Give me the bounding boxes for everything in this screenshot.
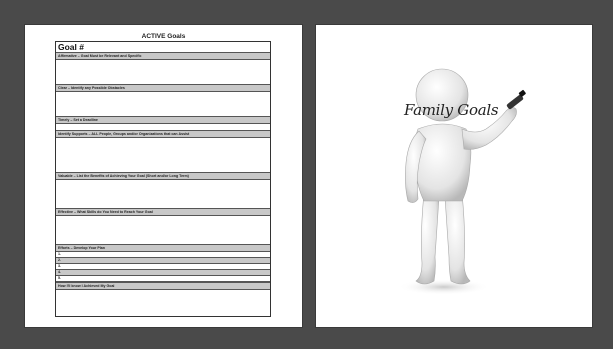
section-affirmative: Affirmative – Goal Must be Relevant and … bbox=[56, 52, 270, 60]
section-identify-supports-space bbox=[56, 138, 270, 172]
family-goals-page: Family Goals bbox=[316, 25, 592, 327]
section-efforts: Efforts – Develop Your Plan bbox=[56, 244, 270, 252]
figure-right-leg bbox=[444, 192, 471, 285]
section-timely: Timely – Set a Deadline bbox=[56, 116, 270, 124]
section-clear-space bbox=[56, 92, 270, 116]
goals-form: Goal # Affirmative – Goal Must be Releva… bbox=[55, 41, 271, 317]
goals-worksheet-page: ACTIVE Goals Goal # Affirmative – Goal M… bbox=[25, 25, 302, 327]
section-effective: Effective – What Skills do You Need to R… bbox=[56, 208, 270, 216]
goal-number-header: Goal # bbox=[58, 42, 84, 52]
section-affirmative-space bbox=[56, 60, 270, 84]
section-clear: Clear – Identify any Possible Obstacles bbox=[56, 84, 270, 92]
family-goals-caption: Family Goals bbox=[404, 101, 499, 119]
section-achieved: How I'll know I Achieved My Goal bbox=[56, 282, 270, 290]
section-identify-supports: Identify Supports – ALL People, Groups a… bbox=[56, 130, 270, 138]
figure-shadow bbox=[398, 279, 490, 295]
section-valuable-space bbox=[56, 180, 270, 208]
marker-icon bbox=[506, 89, 526, 110]
section-effective-space bbox=[56, 216, 270, 244]
figure-left-leg bbox=[415, 192, 440, 285]
worksheet-title: ACTIVE Goals bbox=[141, 33, 186, 40]
section-achieved-space bbox=[56, 290, 270, 302]
stick-figure-with-marker-icon bbox=[398, 68, 526, 295]
section-valuable: Valuable – List the Benefits of Achievin… bbox=[56, 172, 270, 180]
